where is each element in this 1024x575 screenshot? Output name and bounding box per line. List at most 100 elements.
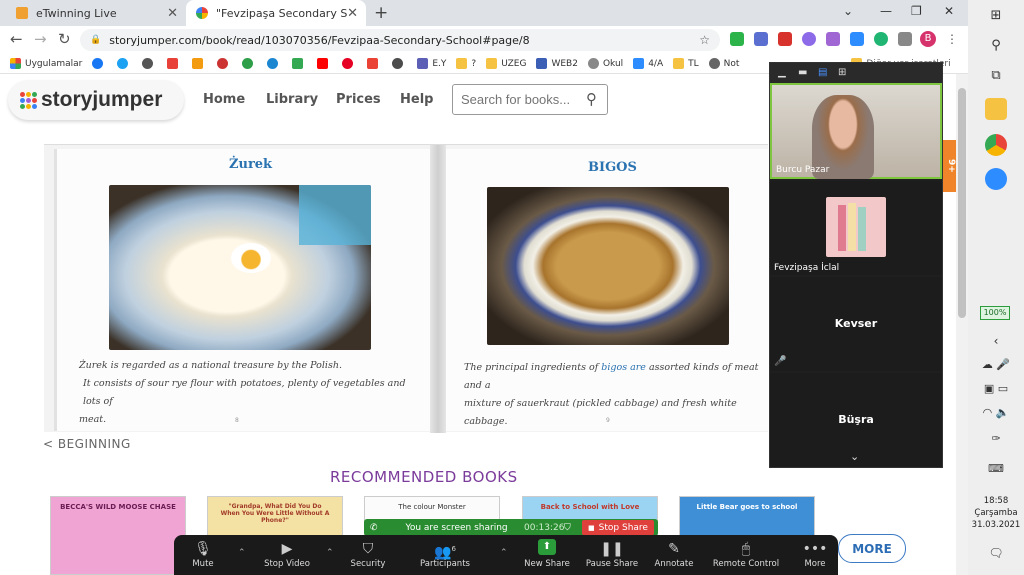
book-spread: Żurek Żurek is regarded as a national tr… xyxy=(44,144,768,433)
folder-icon xyxy=(486,58,498,69)
bookmark-facebook[interactable] xyxy=(92,58,107,69)
bookmark-uzeg[interactable]: UZEG xyxy=(486,58,526,69)
chevron-left-icon[interactable]: ‹ xyxy=(968,334,1024,348)
keyboard-icon[interactable]: ⌨ xyxy=(968,462,1024,475)
chevron-up-icon[interactable]: ⌃ xyxy=(238,548,246,558)
close-icon[interactable]: ✕ xyxy=(167,6,178,21)
nav-prices[interactable]: Prices xyxy=(336,92,381,107)
minimize-icon[interactable]: ▁ xyxy=(778,67,786,78)
bookmark-eba[interactable] xyxy=(167,58,182,69)
clock-date: 31.03.2021 xyxy=(971,520,1021,530)
hide-video-icon[interactable]: ▬ xyxy=(798,67,807,78)
storyjumper-logo[interactable]: storyjumper xyxy=(8,80,184,120)
close-window-icon[interactable]: ✕ xyxy=(944,4,954,18)
participant-tile[interactable]: Kevser 🎤 xyxy=(770,277,942,371)
mute-button[interactable]: 🎙 Mute xyxy=(168,539,238,569)
new-share-button[interactable]: ⬆ New Share xyxy=(512,539,582,569)
notifications-icon[interactable]: 🗨 xyxy=(968,546,1024,560)
more-zoom-button[interactable]: ••• More xyxy=(780,539,850,569)
participant-tile[interactable]: Fevzipaşa İclal xyxy=(770,181,942,275)
reload-icon[interactable]: ↻ xyxy=(58,30,71,48)
bookmark-ey[interactable]: E.Y xyxy=(417,58,446,69)
profile-avatar[interactable]: B xyxy=(920,31,936,47)
pen-icon[interactable]: ✑ xyxy=(968,432,1024,445)
search-icon[interactable]: ⚲ xyxy=(968,38,1024,53)
beginning-link[interactable]: < BEGINNING xyxy=(43,437,131,451)
bookmark-4a[interactable]: 4/A xyxy=(633,58,663,69)
nav-library[interactable]: Library xyxy=(266,92,318,107)
search-icon[interactable]: ⚲ xyxy=(586,90,597,108)
mouse-icon: 🖱 xyxy=(741,541,751,557)
bookmark-link[interactable] xyxy=(217,58,232,69)
windows-start-icon[interactable]: ⊞ xyxy=(968,8,1024,23)
stop-share-button[interactable]: ■ Stop Share xyxy=(582,520,654,535)
back-icon[interactable]: ← xyxy=(10,30,23,48)
book-page-right[interactable]: BIGOS The principal ingredients of bigos… xyxy=(446,149,768,431)
bookmark-link[interactable] xyxy=(267,58,282,69)
bookmark-link[interactable] xyxy=(142,58,157,69)
pdf-extension-icon[interactable] xyxy=(778,32,792,46)
bookmark-not[interactable]: Not xyxy=(708,58,739,69)
participants-button[interactable]: 👥6 Participants xyxy=(410,539,480,569)
stop-video-button[interactable]: ▶ Stop Video xyxy=(252,539,322,569)
file-explorer-icon[interactable] xyxy=(985,98,1007,120)
bookmark-web2[interactable]: WEB2 xyxy=(536,58,578,69)
page-scrollbar[interactable] xyxy=(956,74,968,575)
forward-icon[interactable]: → xyxy=(34,30,47,48)
remote-control-button[interactable]: 🖱 Remote Control xyxy=(711,539,781,569)
puzzle-icon[interactable] xyxy=(898,32,912,46)
chrome-icon[interactable] xyxy=(985,134,1007,156)
new-tab-icon[interactable]: + xyxy=(374,3,388,23)
star-icon[interactable]: ☆ xyxy=(699,33,710,47)
address-bar[interactable]: 🔒 storyjumper.com/book/read/103070356/Fe… xyxy=(80,29,720,51)
bookmark-link[interactable] xyxy=(392,58,407,69)
task-view-icon[interactable]: ⧉ xyxy=(968,68,1024,83)
bookmark-youtube[interactable] xyxy=(317,58,332,69)
pause-share-button[interactable]: ❚❚ Pause Share xyxy=(577,539,647,569)
tab-storyjumper[interactable]: "Fevzipaşa Secondary School" - ✕ xyxy=(186,0,366,26)
minimize-icon[interactable]: — xyxy=(880,4,892,18)
folder-icon xyxy=(673,58,685,69)
bookmark-link[interactable] xyxy=(242,58,257,69)
nav-home[interactable]: Home xyxy=(203,92,245,107)
tab-etwinning[interactable]: eTwinning Live ✕ xyxy=(6,0,186,26)
nav-help[interactable]: Help xyxy=(400,92,433,107)
scrollbar-thumb[interactable] xyxy=(958,88,966,318)
bookmark-apps[interactable]: Uygulamalar xyxy=(10,58,82,69)
bookmark-tl[interactable]: TL xyxy=(673,58,699,69)
restore-icon[interactable]: ❐ xyxy=(911,4,922,18)
search-input[interactable] xyxy=(461,92,579,107)
extension-icon[interactable] xyxy=(826,32,840,46)
network-volume-icon[interactable]: ◠ 🔈 xyxy=(968,406,1024,419)
annotate-button[interactable]: ✎ Annotate xyxy=(639,539,709,569)
chevron-up-icon[interactable]: ⌃ xyxy=(500,548,508,558)
close-icon[interactable]: ✕ xyxy=(347,6,358,21)
bookmark-pinterest[interactable] xyxy=(342,58,357,69)
zoom-extension-icon[interactable] xyxy=(850,32,864,46)
participant-video[interactable]: Burcu Pazar xyxy=(770,83,942,179)
bookmark-okul[interactable]: Okul xyxy=(587,58,623,69)
extension-icon[interactable] xyxy=(754,32,768,46)
bookmark-question[interactable]: ? xyxy=(456,58,476,69)
extension-icon[interactable] xyxy=(802,32,816,46)
battery-indicator[interactable]: 100% xyxy=(980,306,1010,320)
bookmark-link[interactable] xyxy=(367,58,382,69)
tab-search-icon[interactable]: ⌄ xyxy=(843,4,853,18)
extension-icon[interactable] xyxy=(730,32,744,46)
chevron-down-icon[interactable]: ⌄ xyxy=(850,450,859,463)
browser-toolbar: ← → ↻ 🔒 storyjumper.com/book/read/103070… xyxy=(0,26,968,54)
onedrive-icon[interactable]: ☁ 🎤 xyxy=(968,358,1024,371)
gallery-view-icon[interactable]: ⊞ xyxy=(838,67,846,78)
kebab-menu-icon[interactable]: ⋮ xyxy=(946,32,958,46)
security-button[interactable]: ⛉ Security xyxy=(333,539,403,569)
clock-time[interactable]: 18:58 xyxy=(968,496,1024,506)
tray-icons[interactable]: ▣ ▭ xyxy=(968,382,1024,395)
grammarly-icon[interactable] xyxy=(874,32,888,46)
book-page-left[interactable]: Żurek Żurek is regarded as a national tr… xyxy=(54,149,430,431)
bookmark-twitter[interactable] xyxy=(117,58,132,69)
bookmark-drive[interactable] xyxy=(292,58,307,69)
bookmark-link[interactable] xyxy=(192,58,207,69)
speaker-view-icon[interactable]: ▤ xyxy=(818,67,827,78)
zoom-app-icon[interactable] xyxy=(985,168,1007,190)
recommended-book[interactable]: BECCA'S WILD MOOSE CHASE xyxy=(50,496,186,575)
